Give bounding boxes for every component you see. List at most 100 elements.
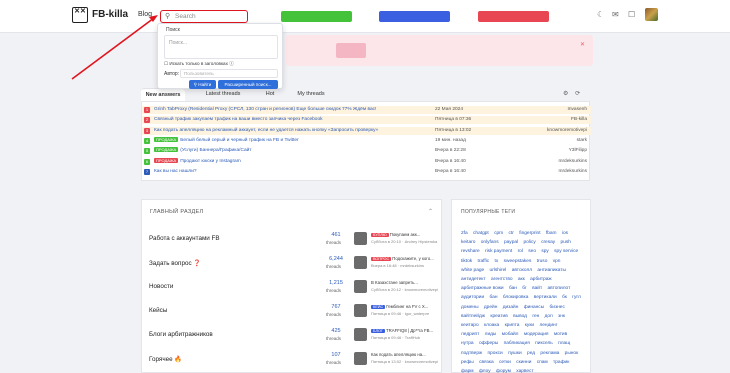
tag-link[interactable]: акк (518, 277, 525, 282)
thread-row[interactable]: 1 Grinh TabProxy (Residential Proxy (СРСЛ… (142, 106, 591, 114)
tag-link[interactable]: финансы (524, 305, 544, 310)
tag-link[interactable]: мотив (554, 332, 567, 337)
thread-row[interactable]: 2 Связный трафик закупаем трафик на ваши … (142, 116, 591, 125)
tag-link[interactable]: подтверж (461, 351, 482, 356)
tag-link[interactable]: fingerprint (519, 231, 540, 236)
tag-link[interactable]: знк (558, 314, 565, 319)
tag-link[interactable]: реклама (540, 351, 559, 356)
nav-blog-link[interactable]: Blog (138, 11, 152, 18)
category-name[interactable]: Горячее 🔥 (149, 355, 182, 363)
tag-link[interactable]: антидетект (461, 277, 486, 282)
tag-link[interactable]: плащ (558, 341, 570, 346)
ad-banner-blue[interactable] (379, 11, 450, 22)
tag-link[interactable]: харвест (516, 369, 533, 373)
tag-link[interactable]: доп (545, 314, 553, 319)
tag-link[interactable]: бг (522, 286, 527, 291)
latest-thread-avatar[interactable] (354, 256, 367, 269)
thread-title[interactable]: Grinh TabProxy (Residential Proxy (СРСЛ,… (154, 106, 424, 114)
latest-thread-title[interactable]: Как подать апелляцию на... (371, 352, 441, 357)
search-input[interactable]: ⚲ Search (160, 10, 248, 23)
tag-link[interactable]: арбитраж (530, 277, 552, 282)
close-icon[interactable]: ✕ (580, 41, 585, 48)
tag-link[interactable]: клоака (484, 323, 499, 328)
user-avatar[interactable] (645, 8, 658, 21)
latest-thread-avatar[interactable] (354, 328, 367, 341)
category-row[interactable]: Задать вопрос ❓ 6,244 threads ВОПРОС Подскаж… (142, 253, 443, 277)
tag-link[interactable]: revshare (461, 249, 480, 254)
tag-link[interactable]: бан (490, 295, 498, 300)
tag-link[interactable]: seo (528, 249, 536, 254)
tag-link[interactable]: вайтпейдж (461, 314, 485, 319)
tab-latest-threads[interactable]: Latest threads (201, 88, 245, 101)
thread-title[interactable]: Как вы нас нашли? (154, 168, 424, 176)
tag-link[interactable]: дрейн (484, 305, 497, 310)
tag-link[interactable]: модерация (524, 332, 549, 337)
tab-new-answers[interactable]: New answers (141, 88, 185, 101)
author-field[interactable]: Пользователь (180, 69, 278, 78)
site-logo-icon[interactable]: ✕✕ (72, 7, 88, 23)
tag-link[interactable]: аудитории (461, 295, 484, 300)
bell-icon[interactable]: ☐ (628, 10, 635, 19)
site-name[interactable]: FB-killa (92, 9, 128, 20)
tag-link[interactable]: risk payment (485, 249, 512, 254)
thread-row[interactable]: 7 Как вы нас нашли? Вчера в 16:40 mrdeksurk… (142, 168, 591, 176)
tag-link[interactable]: вывод (513, 314, 527, 319)
tag-link[interactable]: лиды (485, 332, 497, 337)
tag-link[interactable]: vpn (553, 259, 561, 264)
tag-link[interactable]: urlshirel (490, 268, 507, 273)
tag-link[interactable]: автопилот (548, 286, 571, 291)
tag-link[interactable]: пабликация (504, 341, 530, 346)
tag-link[interactable]: домены (461, 305, 479, 310)
tag-link[interactable]: 2fa (461, 231, 468, 236)
tag-link[interactable]: rol (518, 249, 523, 254)
tag-link[interactable]: пушки (508, 351, 522, 356)
tag-link[interactable]: лендинг (539, 323, 557, 328)
category-name[interactable]: Кейсы (149, 307, 167, 314)
tag-link[interactable]: антиапикаты (537, 268, 566, 273)
mail-icon[interactable]: ✉ (612, 10, 619, 19)
tag-link[interactable]: вайт (532, 286, 542, 291)
tag-link[interactable]: keitaro (461, 240, 475, 245)
find-button[interactable]: ⚲ Найти (189, 80, 216, 89)
tag-link[interactable]: chatgpt (473, 231, 489, 236)
thread-title[interactable]: ПРОДАЖА Продают юкски у Instagram (154, 157, 424, 166)
thread-title[interactable]: ПРОДАЖА (Услуги) Баннера/Графика/Сайт (154, 147, 424, 155)
tag-link[interactable]: флоу (479, 369, 491, 373)
tag-link[interactable]: policy (523, 240, 535, 245)
tag-link[interactable]: гугл (572, 295, 581, 300)
tag-link[interactable]: рефы (461, 360, 474, 365)
thread-row[interactable]: 4 ПРОДАЖА Белый белый серый и черный трафи… (142, 136, 591, 145)
tag-link[interactable]: нутра (461, 341, 474, 346)
latest-thread-avatar[interactable] (354, 280, 367, 293)
thread-row[interactable]: 6 ПРОДАЖА Продают юкски у Instagram Вчера в… (142, 157, 591, 166)
category-name[interactable]: Задать вопрос ❓ (149, 259, 201, 267)
thread-author[interactable]: Y3lFilipp (569, 147, 587, 155)
tag-link[interactable]: офферы (479, 341, 498, 346)
tag-link[interactable]: truso (537, 259, 548, 264)
tag-link[interactable]: ген (532, 314, 539, 319)
tag-link[interactable]: sweepstakes (504, 259, 532, 264)
tag-link[interactable]: сетки (499, 360, 511, 365)
advanced-search-button[interactable]: Расширенный поиск... (218, 80, 278, 89)
tag-link[interactable]: блокировка (503, 295, 529, 300)
category-row[interactable]: Блоги арбитражников 425 threads БЛОГ TRAFFIQ… (142, 325, 443, 349)
thread-title[interactable]: Связный трафик закупаем трафик на ваши в… (154, 116, 424, 124)
thread-row[interactable]: 5 ПРОДАЖА (Услуги) Баннера/Графика/Сайт Вче… (142, 147, 591, 155)
tag-link[interactable]: white page (461, 268, 484, 273)
thread-author[interactable]: knowmoremotivepi (547, 127, 587, 135)
thread-title[interactable]: Как подать апелляцию на рекламный аккаун… (154, 127, 424, 135)
tag-link[interactable]: push (561, 240, 571, 245)
tag-link[interactable]: spy service (554, 249, 578, 254)
tag-link[interactable]: связка (479, 360, 494, 365)
thread-title[interactable]: ПРОДАЖА Белый белый серый и черный трафик… (154, 136, 424, 145)
tag-link[interactable]: tx (495, 259, 499, 264)
tag-link[interactable]: кеитаро (461, 323, 479, 328)
thread-author[interactable]: mrdeksurkins (558, 168, 587, 176)
latest-thread-title[interactable]: В Казахстане запреть... (371, 280, 441, 285)
tag-link[interactable]: cpm (494, 231, 503, 236)
ad-banner-green[interactable] (281, 11, 352, 22)
tag-link[interactable]: куки (525, 323, 534, 328)
latest-thread-title[interactable]: КЕЙС Гемблинг на FV с Х... (371, 304, 441, 309)
thread-author[interactable]: stark (577, 137, 587, 145)
latest-thread-title[interactable]: БЛОГ TRAFFIQ8 | Др**га FB... (371, 328, 441, 333)
